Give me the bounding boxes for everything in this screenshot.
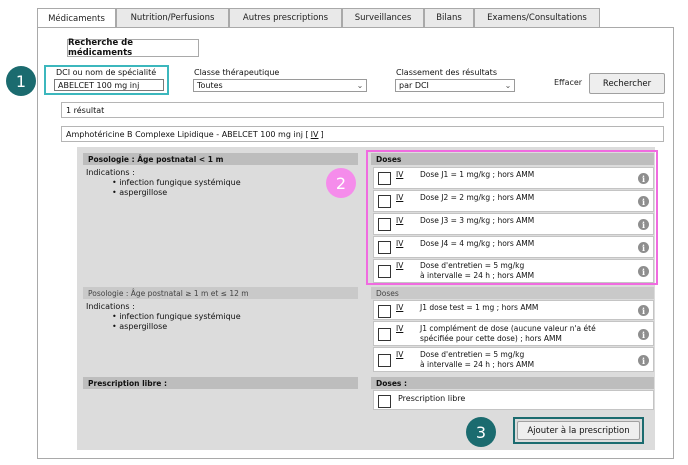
posology-2-indications: Indications : • infection fungique systé…	[86, 302, 241, 332]
dose-checkbox[interactable]	[378, 328, 391, 341]
free-prescription-title: Prescription libre :	[83, 377, 358, 389]
dose-text: Dose J4 = 4 mg/kg ; hors AMM	[420, 239, 535, 248]
class-select[interactable]: Toutes ⌄	[193, 79, 367, 92]
dose-route[interactable]: IV	[396, 216, 403, 225]
dose-route[interactable]: IV	[396, 239, 403, 248]
dose-row[interactable]: IV Dose J4 = 4 mg/kg ; hors AMM i	[373, 236, 654, 258]
tab-examens-consultations[interactable]: Examens/Consultations	[474, 8, 600, 28]
sort-select-value: par DCI	[399, 81, 429, 90]
marker-2: 2	[326, 168, 356, 198]
dose-row[interactable]: IV Dose J2 = 2 mg/kg ; hors AMM i	[373, 190, 654, 212]
free-doses-label: Doses :	[371, 377, 654, 389]
dose-text: Dose J3 = 3 mg/kg ; hors AMM	[420, 216, 535, 225]
info-icon[interactable]: i	[638, 242, 649, 253]
dose-text-line: Dose d'entretien = 5 mg/kg	[420, 350, 525, 359]
dose-row[interactable]: IV Dose d'entretien = 5 mg/kg à interval…	[373, 347, 654, 372]
result-item-route[interactable]: IV	[311, 130, 319, 139]
indication-item: • infection fungique systémique	[112, 312, 241, 321]
dose-text-line: à intervalle = 24 h ; hors AMM	[420, 360, 535, 369]
indication-item: • aspergillose	[112, 322, 168, 331]
dose-checkbox[interactable]	[378, 354, 391, 367]
free-prescription-row[interactable]: Prescription libre	[373, 390, 654, 410]
clear-link[interactable]: Effacer	[554, 78, 582, 87]
dose-checkbox[interactable]	[378, 241, 391, 254]
info-icon[interactable]: i	[638, 305, 649, 316]
tab-autres-prescriptions[interactable]: Autres prescriptions	[229, 8, 342, 28]
dose-row[interactable]: IV J1 dose test = 1 mg ; hors AMM i	[373, 300, 654, 320]
result-item[interactable]: Amphotéricine B Complexe Lipidique - ABE…	[61, 126, 664, 142]
posology-1-title: Posologie : Âge postnatal < 1 m	[83, 153, 358, 165]
dose-text-line: J1 complément de dose (aucune valeur n'a…	[420, 324, 596, 333]
dci-input[interactable]: ABELCET 100 mg inj	[54, 79, 164, 91]
marker-3: 3	[466, 417, 496, 447]
dose-row[interactable]: IV Dose J3 = 3 mg/kg ; hors AMM i	[373, 213, 654, 235]
dose-route[interactable]: IV	[396, 170, 403, 179]
tab-nutrition-perfusions[interactable]: Nutrition/Perfusions	[116, 8, 229, 28]
dose-text: J1 dose test = 1 mg ; hors AMM	[420, 303, 539, 312]
marker-1: 1	[6, 66, 36, 96]
posology-2-doses-label: Doses	[371, 287, 654, 299]
dose-route[interactable]: IV	[396, 193, 403, 202]
indication-item: • aspergillose	[112, 188, 168, 197]
dose-text-line: spécifiée pour cette dose) ; hors AMM	[420, 334, 562, 343]
free-prescription-label: Prescription libre	[398, 394, 466, 403]
dose-checkbox[interactable]	[378, 218, 391, 231]
indication-item: • infection fungique systémique	[112, 178, 241, 187]
dose-checkbox[interactable]	[378, 195, 391, 208]
dose-route[interactable]: IV	[396, 324, 403, 333]
tab-medicaments[interactable]: Médicaments	[37, 8, 116, 29]
dose-checkbox[interactable]	[378, 172, 391, 185]
add-to-prescription-button[interactable]: Ajouter à la prescription	[517, 421, 640, 440]
info-icon[interactable]: i	[638, 355, 649, 366]
search-section-title: Recherche de médicaments	[67, 38, 199, 58]
dose-checkbox[interactable]	[378, 305, 391, 318]
dose-text-line: à intervalle = 24 h ; hors AMM	[420, 271, 535, 280]
result-count: 1 résultat	[61, 102, 664, 118]
dose-route[interactable]: IV	[396, 303, 403, 312]
dose-text-line: Dose d'entretien = 5 mg/kg	[420, 261, 525, 270]
indications-label: Indications :	[86, 302, 135, 311]
search-button[interactable]: Rechercher	[589, 73, 665, 94]
info-icon[interactable]: i	[638, 196, 649, 207]
dose-text: Dose d'entretien = 5 mg/kg à intervalle …	[420, 261, 534, 281]
dci-label: DCI ou nom de spécialité	[56, 68, 157, 77]
info-icon[interactable]: i	[638, 329, 649, 340]
free-prescription-checkbox[interactable]	[378, 395, 391, 408]
chevron-down-icon: ⌄	[356, 81, 364, 90]
dose-route[interactable]: IV	[396, 261, 403, 270]
dose-text: Dose d'entretien = 5 mg/kg à intervalle …	[420, 350, 534, 370]
dose-route[interactable]: IV	[396, 350, 403, 359]
result-item-name: Amphotéricine B Complexe Lipidique - ABE…	[66, 129, 309, 139]
dose-text: Dose J2 = 2 mg/kg ; hors AMM	[420, 193, 535, 202]
info-icon[interactable]: i	[638, 173, 649, 184]
class-label: Classe thérapeutique	[194, 68, 280, 77]
result-item-end: ]	[320, 129, 324, 139]
posology-2-title: Posologie : Âge postnatal ≥ 1 m et ≤ 12 …	[83, 287, 358, 299]
posology-1-indications: Indications : • infection fungique systé…	[86, 168, 241, 198]
dose-row[interactable]: IV Dose J1 = 1 mg/kg ; hors AMM i	[373, 167, 654, 189]
sort-select[interactable]: par DCI ⌄	[395, 79, 515, 92]
info-icon[interactable]: i	[638, 219, 649, 230]
sort-label: Classement des résultats	[396, 68, 497, 77]
class-select-value: Toutes	[197, 81, 223, 90]
tab-bilans[interactable]: Bilans	[424, 8, 474, 28]
chevron-down-icon: ⌄	[504, 81, 512, 90]
indications-label: Indications :	[86, 168, 135, 177]
dose-row[interactable]: IV Dose d'entretien = 5 mg/kg à interval…	[373, 259, 654, 283]
dose-text: J1 complément de dose (aucune valeur n'a…	[420, 324, 596, 344]
tab-surveillances[interactable]: Surveillances	[342, 8, 424, 28]
dose-row[interactable]: IV J1 complément de dose (aucune valeur …	[373, 321, 654, 346]
dose-checkbox[interactable]	[378, 265, 391, 278]
info-icon[interactable]: i	[638, 266, 649, 277]
dose-text: Dose J1 = 1 mg/kg ; hors AMM	[420, 170, 535, 179]
